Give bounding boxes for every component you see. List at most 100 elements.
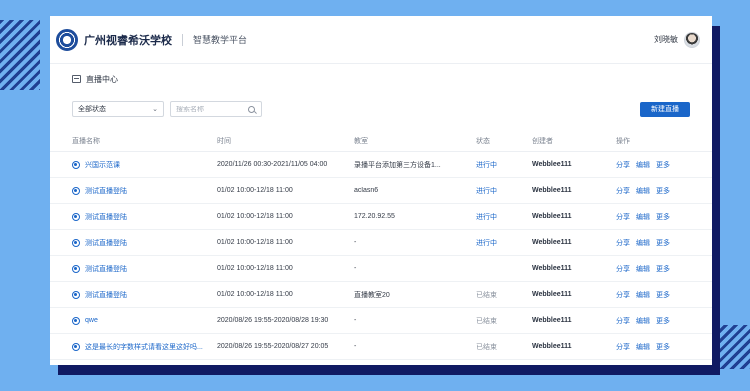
divider [182,33,183,46]
live-name-cell[interactable]: 兴国示范课 [72,160,217,170]
room-cell: 172.20.92.55 [354,213,395,220]
time-cell: 01/02 10:00-12/18 11:00 [217,213,293,220]
avatar[interactable] [684,31,700,48]
actions-cell: 分享 编辑 更多 [616,160,690,170]
time-cell: 01/02 10:00-12/18 11:00 [217,265,293,272]
user-name[interactable]: 刘晓敏 [654,34,678,45]
live-name-link[interactable]: 测试直播登陆 [85,264,127,274]
column-header: 时间 [217,137,231,145]
live-name-link[interactable]: 测试直播登陆 [85,290,127,300]
header: 广州视睿希沃学校 智慧教学平台 刘晓敏 [50,16,712,64]
share-link[interactable]: 分享 [616,160,630,170]
live-name-link[interactable]: 这是最长的字数样式请看这里这好吗... [85,342,203,352]
status-select-value: 全部状态 [78,106,106,113]
column-header: 教室 [354,137,368,145]
edit-link[interactable]: 编辑 [636,212,650,222]
page-title: 直播中心 [50,66,712,92]
share-link[interactable]: 分享 [616,290,630,300]
actions-cell: 分享 编辑 更多 [616,342,690,352]
live-name-link[interactable]: qwe [85,317,98,324]
edit-link[interactable]: 编辑 [636,160,650,170]
filter-bar: 全部状态 ⌄ 新建直播 [50,100,712,118]
room-cell: 直播教室20 [354,291,390,299]
table-row: 测试直播登陆 01/02 10:00-12/18 11:00 - Webblee111… [50,256,712,282]
live-name-cell[interactable]: 测试直播登陆 [72,212,217,222]
share-link[interactable]: 分享 [616,316,630,326]
creator-cell: Webblee111 [532,161,572,168]
live-stream-icon [72,186,80,195]
decorative-stripes [0,20,40,90]
live-name-cell[interactable]: 测试直播登陆 [72,186,217,196]
live-name-cell[interactable]: qwe [72,316,217,325]
search-input[interactable] [176,105,248,113]
edit-link[interactable]: 编辑 [636,342,650,352]
app-window: 广州视睿希沃学校 智慧教学平台 刘晓敏 直播中心 全部状态 ⌄ 新建直播 直播名… [50,16,712,365]
actions-cell: 分享 编辑 更多 [616,186,690,196]
search-box[interactable] [170,101,262,117]
more-link[interactable]: 更多 [656,212,670,222]
edit-link[interactable]: 编辑 [636,186,650,196]
creator-cell: Webblee111 [532,187,572,194]
share-link[interactable]: 分享 [616,238,630,248]
status-select[interactable]: 全部状态 ⌄ [72,101,164,117]
live-stream-icon [72,212,80,221]
time-cell: 01/02 10:00-12/18 11:00 [217,291,293,298]
room-cell: - [354,239,357,246]
column-header: 创建者 [532,137,553,145]
new-live-button[interactable]: 新建直播 [640,101,690,117]
status-cell: 进行中 [476,213,497,221]
platform-name: 智慧教学平台 [193,35,248,45]
status-cell: 进行中 [476,187,497,195]
live-name-cell[interactable]: 测试直播登陆 [72,238,217,248]
live-name-link[interactable]: 测试直播登陆 [85,186,127,196]
column-header: 状态 [476,137,490,145]
more-link[interactable]: 更多 [656,316,670,326]
column-header: 直播名称 [72,137,100,145]
status-cell: 已结束 [476,317,497,325]
room-cell: - [354,265,357,272]
edit-link[interactable]: 编辑 [636,264,650,274]
creator-cell: Webblee111 [532,317,572,324]
table-row: 这是最长的字数样式请看这里这好吗... 2020/08/26 19:55-2020… [50,334,712,360]
time-cell: 2020/08/26 19:55-2020/08/27 20:05 [217,343,329,350]
school-logo-icon [56,28,78,51]
table-row: 兴国示范课 2020/11/26 00:30-2021/11/05 04:00 录播… [50,152,712,178]
more-link[interactable]: 更多 [656,264,670,274]
status-cell: 进行中 [476,161,497,169]
more-link[interactable]: 更多 [656,238,670,248]
live-name-link[interactable]: 测试直播登陆 [85,238,127,248]
room-cell: - [354,317,357,324]
live-stream-icon [72,238,80,247]
calendar-icon [72,75,81,83]
edit-link[interactable]: 编辑 [636,238,650,248]
live-table: 直播名称 时间 教室 状态 创建者 操作 兴国示范课 2020/11/26 00:… [50,130,712,365]
more-link[interactable]: 更多 [656,160,670,170]
live-name-cell[interactable]: 测试直播登陆 [72,290,217,300]
live-name-cell[interactable]: 这是最长的字数样式请看这里这好吗... [72,342,217,352]
edit-link[interactable]: 编辑 [636,290,650,300]
page-title-label: 直播中心 [86,74,118,84]
edit-link[interactable]: 编辑 [636,316,650,326]
time-cell: 2020/11/26 00:30-2021/11/05 04:00 [217,161,328,168]
search-icon[interactable] [248,105,255,113]
live-stream-icon [72,264,80,273]
more-link[interactable]: 更多 [656,186,670,196]
live-name-link[interactable]: 测试直播登陆 [85,212,127,222]
share-link[interactable]: 分享 [616,212,630,222]
time-cell: 01/02 10:00-12/18 11:00 [217,239,293,246]
share-link[interactable]: 分享 [616,186,630,196]
live-name-link[interactable]: 兴国示范课 [85,160,120,170]
status-cell: 已结束 [476,291,497,299]
room-cell: aclasn6 [354,187,379,194]
school-name: 广州视睿希沃学校 [84,34,172,47]
live-stream-icon [72,342,80,351]
table-row: 测试直播登陆 01/02 10:00-12/18 11:00 直播教室20 已结束 We… [50,282,712,308]
creator-cell: Webblee111 [532,291,572,298]
actions-cell: 分享 编辑 更多 [616,212,690,222]
share-link[interactable]: 分享 [616,342,630,352]
share-link[interactable]: 分享 [616,264,630,274]
more-link[interactable]: 更多 [656,290,670,300]
more-link[interactable]: 更多 [656,342,670,352]
live-name-cell[interactable]: 测试直播登陆 [72,264,217,274]
status-cell: 已结束 [476,343,497,351]
